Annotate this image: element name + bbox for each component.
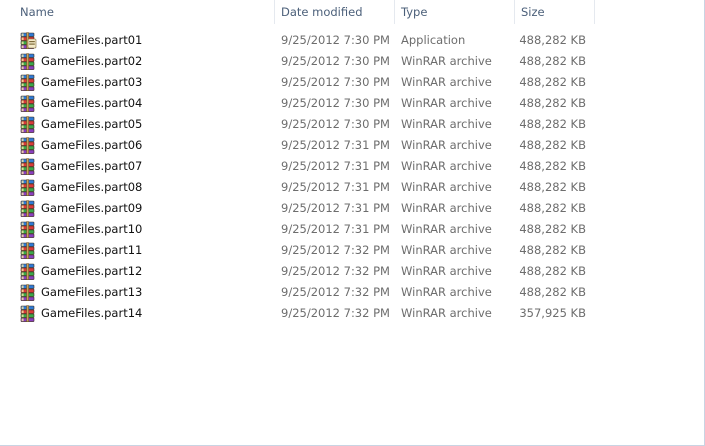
winrar-archive-icon <box>19 74 37 91</box>
winrar-archive-icon <box>19 284 37 301</box>
file-row[interactable]: GameFiles.part04 9/25/2012 7:30 PM WinRAR … <box>16 93 596 114</box>
file-name: GameFiles.part13 <box>41 285 143 299</box>
file-type: WinRAR archive <box>401 306 492 320</box>
file-type: WinRAR archive <box>401 222 492 236</box>
file-row[interactable]: GameFiles.part06 9/25/2012 7:31 PM WinRAR … <box>16 135 596 156</box>
file-date-modified: 9/25/2012 7:32 PM <box>281 243 390 257</box>
file-row[interactable]: GameFiles.part02 9/25/2012 7:30 PM WinRAR … <box>16 51 596 72</box>
file-size: 488,282 KB <box>519 201 586 215</box>
file-type: WinRAR archive <box>401 75 492 89</box>
column-header-row: Name ˄ Date modified Type Size <box>0 0 705 24</box>
file-date-modified: 9/25/2012 7:30 PM <box>281 117 390 131</box>
file-date-modified: 9/25/2012 7:31 PM <box>281 222 390 236</box>
file-row[interactable]: GameFiles.part13 9/25/2012 7:32 PM WinRAR … <box>16 282 596 303</box>
file-size: 488,282 KB <box>519 159 586 173</box>
file-type: WinRAR archive <box>401 264 492 278</box>
file-size: 357,925 KB <box>519 306 586 320</box>
file-date-modified: 9/25/2012 7:30 PM <box>281 33 390 47</box>
file-date-modified: 9/25/2012 7:32 PM <box>281 285 390 299</box>
file-size: 488,282 KB <box>519 96 586 110</box>
sort-up-icon: ˄ <box>153 0 158 7</box>
file-row[interactable]: GameFiles.part07 9/25/2012 7:31 PM WinRAR … <box>16 156 596 177</box>
file-row[interactable]: GameFiles.part03 9/25/2012 7:30 PM WinRAR … <box>16 72 596 93</box>
file-name: GameFiles.part10 <box>41 222 143 236</box>
file-date-modified: 9/25/2012 7:31 PM <box>281 180 390 194</box>
file-name: GameFiles.part04 <box>41 96 143 110</box>
file-row[interactable]: GameFiles.part10 9/25/2012 7:31 PM WinRAR … <box>16 219 596 240</box>
winrar-archive-icon <box>19 137 37 154</box>
column-header-date-modified[interactable]: Date modified <box>275 0 395 24</box>
winrar-archive-icon <box>19 95 37 112</box>
winrar-archive-icon <box>19 53 37 70</box>
column-header-size[interactable]: Size <box>515 0 595 24</box>
file-list-pane: Name ˄ Date modified Type Size GameFiles… <box>0 0 705 446</box>
file-date-modified: 9/25/2012 7:30 PM <box>281 75 390 89</box>
file-size: 488,282 KB <box>519 264 586 278</box>
column-header-type[interactable]: Type <box>395 0 515 24</box>
winrar-archive-icon <box>19 116 37 133</box>
file-name: GameFiles.part14 <box>41 306 143 320</box>
file-date-modified: 9/25/2012 7:32 PM <box>281 306 390 320</box>
file-name: GameFiles.part01 <box>41 33 143 47</box>
column-header-date-label: Date modified <box>281 5 363 19</box>
column-header-type-label: Type <box>401 5 428 19</box>
winrar-archive-icon <box>19 305 37 322</box>
file-row[interactable]: GameFiles.part01 9/25/2012 7:30 PM Applica… <box>16 30 596 51</box>
winrar-archive-icon <box>19 179 37 196</box>
winrar-archive-icon <box>19 200 37 217</box>
file-size: 488,282 KB <box>519 75 586 89</box>
file-name: GameFiles.part11 <box>41 243 143 257</box>
file-row[interactable]: GameFiles.part12 9/25/2012 7:32 PM WinRAR … <box>16 261 596 282</box>
file-date-modified: 9/25/2012 7:31 PM <box>281 159 390 173</box>
file-row[interactable]: GameFiles.part08 9/25/2012 7:31 PM WinRAR … <box>16 177 596 198</box>
file-row[interactable]: GameFiles.part09 9/25/2012 7:31 PM WinRAR … <box>16 198 596 219</box>
file-name: GameFiles.part03 <box>41 75 143 89</box>
file-size: 488,282 KB <box>519 138 586 152</box>
file-type: WinRAR archive <box>401 138 492 152</box>
file-name: GameFiles.part09 <box>41 201 143 215</box>
file-type: WinRAR archive <box>401 117 492 131</box>
file-size: 488,282 KB <box>519 33 586 47</box>
column-header-name-label: Name <box>20 5 54 19</box>
column-header-name[interactable]: Name ˄ <box>14 0 275 24</box>
file-type: Application <box>401 33 466 47</box>
winrar-archive-icon <box>19 221 37 238</box>
file-row[interactable]: GameFiles.part11 9/25/2012 7:32 PM WinRAR … <box>16 240 596 261</box>
file-date-modified: 9/25/2012 7:30 PM <box>281 96 390 110</box>
winrar-archive-icon <box>19 263 37 280</box>
file-date-modified: 9/25/2012 7:30 PM <box>281 54 390 68</box>
winrar-archive-icon <box>19 242 37 259</box>
file-size: 488,282 KB <box>519 180 586 194</box>
winrar-sfx-icon <box>19 32 37 49</box>
file-date-modified: 9/25/2012 7:31 PM <box>281 138 390 152</box>
file-type: WinRAR archive <box>401 54 492 68</box>
file-type: WinRAR archive <box>401 201 492 215</box>
file-name: GameFiles.part08 <box>41 180 143 194</box>
file-type: WinRAR archive <box>401 285 492 299</box>
winrar-archive-icon <box>19 158 37 175</box>
file-name: GameFiles.part06 <box>41 138 143 152</box>
column-header-size-label: Size <box>521 5 545 19</box>
file-name: GameFiles.part02 <box>41 54 143 68</box>
file-row[interactable]: GameFiles.part05 9/25/2012 7:30 PM WinRAR … <box>16 114 596 135</box>
file-size: 488,282 KB <box>519 54 586 68</box>
file-size: 488,282 KB <box>519 243 586 257</box>
file-name: GameFiles.part05 <box>41 117 143 131</box>
file-type: WinRAR archive <box>401 243 492 257</box>
file-size: 488,282 KB <box>519 222 586 236</box>
file-size: 488,282 KB <box>519 285 586 299</box>
file-date-modified: 9/25/2012 7:32 PM <box>281 264 390 278</box>
file-row[interactable]: GameFiles.part14 9/25/2012 7:32 PM WinRAR … <box>16 303 596 324</box>
file-name: GameFiles.part12 <box>41 264 143 278</box>
file-size: 488,282 KB <box>519 117 586 131</box>
file-name: GameFiles.part07 <box>41 159 143 173</box>
file-type: WinRAR archive <box>401 96 492 110</box>
file-date-modified: 9/25/2012 7:31 PM <box>281 201 390 215</box>
file-type: WinRAR archive <box>401 159 492 173</box>
file-rows: GameFiles.part01 9/25/2012 7:30 PM Applica… <box>16 30 596 324</box>
file-type: WinRAR archive <box>401 180 492 194</box>
